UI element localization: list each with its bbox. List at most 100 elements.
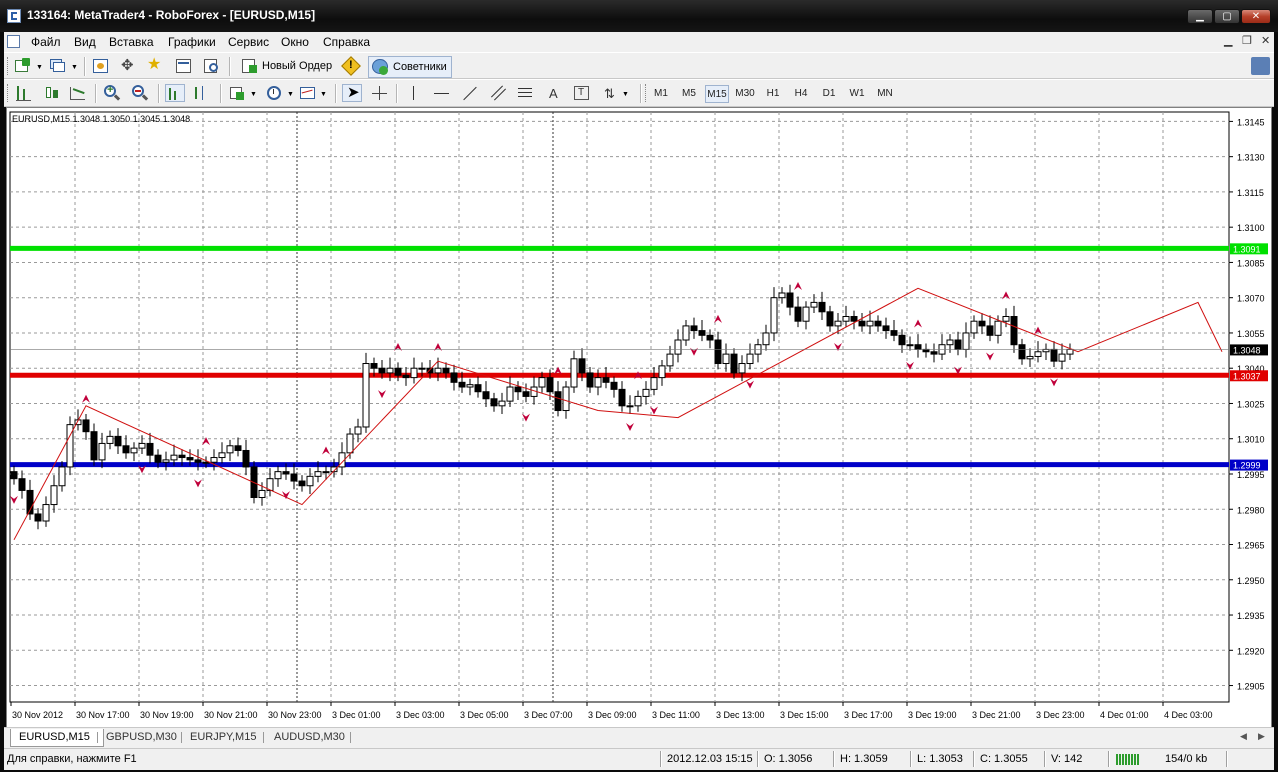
toolbar-grip[interactable] [7,57,11,75]
strategy-tester-button[interactable] [202,57,222,75]
menu-insert[interactable]: Вставка [109,35,154,49]
new-order-button[interactable]: Новый Ордер [238,56,336,76]
text-label-button[interactable]: T [572,84,592,102]
maximize-button[interactable]: ▢ [1214,9,1240,24]
candle-body [586,372,594,388]
zoom-in-button[interactable]: + [102,84,122,102]
trendline-button[interactable] [460,84,480,102]
data-window-button[interactable]: ✥ [118,57,138,75]
market-watch-button[interactable] [91,57,111,75]
chart-shift-button[interactable] [192,84,212,102]
candle-body [346,433,354,454]
timeframe-m30[interactable]: M30 [733,85,757,103]
scroll-left-icon[interactable]: ◀ [1240,731,1247,742]
candle-body [786,292,794,308]
mdi-minimize-button[interactable]: ▁ [1224,34,1232,47]
fibonacci-button[interactable] [516,84,536,102]
new-chart-button[interactable]: ▼ [13,57,43,75]
x-tick-label: 30 Nov 19:00 [140,710,194,720]
menu-charts[interactable]: Графики [168,35,216,49]
candle-body [554,391,562,412]
tab-eurjpy-m15[interactable]: EURJPY,M15 [182,729,264,746]
candlestick-icon [46,87,51,98]
mdi-close-button[interactable]: ✕ [1261,34,1270,47]
timeframe-mn[interactable]: MN [873,85,897,103]
candle-body [106,435,114,444]
mdi-restore-button[interactable]: ❐ [1242,34,1252,47]
candle-body [818,301,826,313]
chart-window[interactable]: 1.3145 1.3130 1.3115 1.3100 1.3085 1.3070 1.30… [6,107,1272,728]
candle-body [242,449,250,468]
autoscroll-icon [169,88,171,100]
candle-body [1026,355,1034,360]
timeframe-m15[interactable]: M15 [705,85,729,103]
alert-button[interactable]: ! [341,56,361,76]
indicators-button[interactable]: ▼ [228,84,258,102]
x-tick-label: 30 Nov 2012 [12,710,63,720]
autoscroll-button[interactable] [165,84,185,102]
current-price-label: 1.3048 [1233,345,1261,355]
chevron-down-icon: ▼ [287,91,294,98]
candle-body [418,367,426,370]
bar-chart-button[interactable] [14,84,34,102]
vertical-line-button[interactable] [404,84,424,102]
tab-eurusd-m15[interactable]: EURUSD,M15 [10,729,104,747]
timeframe-d1[interactable]: D1 [817,85,841,103]
minimize-button[interactable]: ▁ [1187,9,1213,24]
candle-body [290,473,298,482]
candle-body [514,386,522,393]
timeframe-w1[interactable]: W1 [845,85,869,103]
candle-body [162,459,170,463]
document-icon[interactable] [7,35,20,48]
crosshair-button[interactable] [370,84,390,102]
experts-button[interactable]: Советники [368,56,452,78]
price-chart[interactable]: 1.3145 1.3130 1.3115 1.3100 1.3085 1.3070 1.30… [7,108,1271,727]
candle-body [706,334,714,341]
timeframe-m5[interactable]: M5 [677,85,701,103]
tab-gbpusd-m30[interactable]: GBPUSD,M30 [98,729,185,746]
profiles-button[interactable]: ▼ [48,57,78,75]
periods-button[interactable]: ▼ [265,84,295,102]
line-chart-button[interactable] [68,84,88,102]
navigator-button[interactable]: ★ [145,57,165,75]
tab-audusd-m30[interactable]: AUDUSD,M30 [266,729,353,746]
scroll-right-icon[interactable]: ▶ [1258,731,1265,742]
zoom-out-button[interactable] [130,84,150,102]
menu-help[interactable]: Справка [323,35,370,49]
terminal-line-icon [178,62,189,64]
menu-view[interactable]: Вид [74,35,96,49]
cursor-button[interactable]: ➤ [342,84,362,102]
candle-body [778,292,786,299]
arrows-button[interactable]: ⇅ ▼ [602,84,632,102]
candle-body [466,384,474,388]
status-traffic: 154/0 kb [1165,753,1208,765]
plus-icon: + [107,84,114,96]
x-tick-label: 3 Dec 17:00 [844,710,893,720]
timeframe-h4[interactable]: H4 [789,85,813,103]
candle-body [946,339,954,346]
menu-file[interactable]: Файл [31,35,61,49]
candle-chart-button[interactable] [41,84,61,102]
horizontal-line-button[interactable] [432,84,452,102]
menu-bar: Файл Вид Вставка Графики Сервис Окно Спр… [4,32,1274,52]
timeframe-m1[interactable]: M1 [649,85,673,103]
templates-button[interactable]: ▼ [298,84,328,102]
close-button[interactable]: ✕ [1241,9,1271,24]
candle-body [90,431,98,461]
menu-window[interactable]: Окно [281,35,309,49]
chevron-down-icon: ▼ [622,91,629,98]
text-button[interactable]: A [544,84,564,102]
crosshair-icon-h [372,93,387,94]
candle-body [98,442,106,461]
trendline-icon [463,86,477,101]
candle-body [722,353,730,365]
terminal-button[interactable] [174,57,194,75]
candle-body [1058,353,1066,362]
menu-tools[interactable]: Сервис [228,35,269,49]
play-icon [379,66,388,75]
candle-body [770,297,778,334]
equidistant-channel-button[interactable] [488,84,508,102]
toolbar-grip[interactable] [7,84,11,102]
timeframe-h1[interactable]: H1 [761,85,785,103]
chat-button[interactable] [1250,57,1270,75]
